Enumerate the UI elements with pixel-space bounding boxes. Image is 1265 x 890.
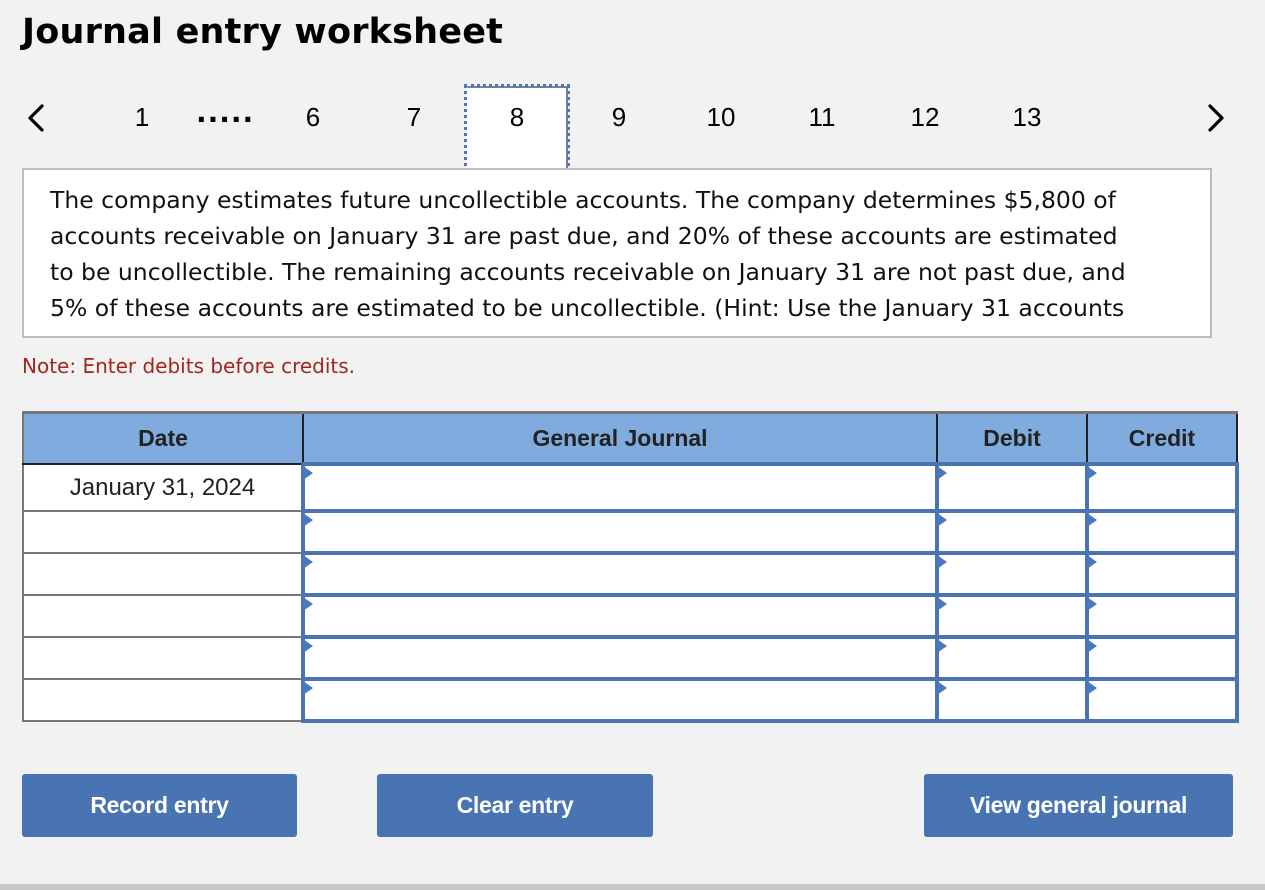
pagination-ellipsis: ..... <box>196 96 255 129</box>
header-credit: Credit <box>1086 411 1238 465</box>
prev-page-button[interactable] <box>22 100 52 136</box>
table-row <box>22 509 1239 555</box>
credit-cell <box>1085 462 1239 513</box>
credit-input[interactable] <box>1089 555 1235 593</box>
page-link-10[interactable]: 10 <box>707 102 736 133</box>
page-link-12[interactable]: 12 <box>911 102 940 133</box>
credit-cell <box>1085 635 1239 681</box>
date-cell <box>22 552 304 596</box>
debit-cell <box>935 551 1089 597</box>
page-link-1[interactable]: 1 <box>135 102 149 133</box>
date-cell <box>22 636 304 680</box>
header-general-journal: General Journal <box>302 411 938 465</box>
dropdown-marker-icon <box>1087 681 1097 695</box>
table-row <box>22 677 1239 723</box>
date-cell <box>22 510 304 554</box>
bottom-divider <box>0 884 1265 890</box>
account-input[interactable] <box>305 681 935 719</box>
account-cell <box>301 509 939 555</box>
table-row <box>22 593 1239 639</box>
debit-cell <box>935 509 1089 555</box>
credit-input[interactable] <box>1089 513 1235 551</box>
debit-cell <box>935 462 1089 513</box>
debit-input[interactable] <box>939 681 1085 719</box>
dropdown-marker-icon <box>937 597 947 611</box>
account-cell <box>301 635 939 681</box>
dropdown-marker-icon <box>1087 555 1097 569</box>
account-input[interactable] <box>305 555 935 593</box>
debit-input[interactable] <box>939 555 1085 593</box>
credit-cell <box>1085 677 1239 723</box>
debit-input[interactable] <box>939 597 1085 635</box>
account-cell <box>301 593 939 639</box>
dropdown-marker-icon <box>303 555 313 569</box>
dropdown-marker-icon <box>303 513 313 527</box>
credit-input[interactable] <box>1089 681 1235 719</box>
page-link-13[interactable]: 13 <box>1013 102 1042 133</box>
pagination: 1 ..... 6 7 8 9 10 11 12 13 <box>0 84 1265 174</box>
table-row: January 31, 2024 <box>22 462 1239 513</box>
account-input[interactable] <box>305 466 935 509</box>
page-title: Journal entry worksheet <box>22 12 504 52</box>
dropdown-marker-icon <box>1087 466 1097 480</box>
journal-table: Date General Journal Debit Credit Januar… <box>22 411 1239 723</box>
credit-input[interactable] <box>1089 639 1235 677</box>
debit-input[interactable] <box>939 466 1085 509</box>
dropdown-marker-icon <box>937 466 947 480</box>
date-cell: January 31, 2024 <box>22 463 304 512</box>
header-date: Date <box>22 411 304 465</box>
page-link-8-active[interactable]: 8 <box>464 84 570 174</box>
table-row <box>22 551 1239 597</box>
debit-cell <box>935 677 1089 723</box>
question-text: The company estimates future uncollectib… <box>50 186 1126 322</box>
next-page-button[interactable] <box>1200 100 1230 136</box>
table-row <box>22 635 1239 681</box>
question-text-box[interactable]: The company estimates future uncollectib… <box>22 168 1212 338</box>
date-cell <box>22 594 304 638</box>
debit-input[interactable] <box>939 513 1085 551</box>
view-general-journal-button[interactable]: View general journal <box>924 774 1233 837</box>
credit-cell <box>1085 593 1239 639</box>
account-cell <box>301 677 939 723</box>
debit-input[interactable] <box>939 639 1085 677</box>
instruction-note: Note: Enter debits before credits. <box>22 354 356 378</box>
page-link-6[interactable]: 6 <box>306 102 320 133</box>
dropdown-marker-icon <box>303 597 313 611</box>
page-link-9[interactable]: 9 <box>612 102 626 133</box>
dropdown-marker-icon <box>303 466 313 480</box>
chevron-left-icon <box>28 104 44 132</box>
dropdown-marker-icon <box>937 513 947 527</box>
dropdown-marker-icon <box>937 555 947 569</box>
dropdown-marker-icon <box>937 681 947 695</box>
account-input[interactable] <box>305 639 935 677</box>
active-page-label: 8 <box>509 102 525 132</box>
record-entry-button[interactable]: Record entry <box>22 774 297 837</box>
chevron-right-icon <box>1208 104 1224 132</box>
account-cell <box>301 462 939 513</box>
page-link-11[interactable]: 11 <box>809 102 836 133</box>
debit-cell <box>935 635 1089 681</box>
account-cell <box>301 551 939 597</box>
table-header-row: Date General Journal Debit Credit <box>22 411 1238 465</box>
credit-input[interactable] <box>1089 466 1235 509</box>
dropdown-marker-icon <box>303 639 313 653</box>
credit-input[interactable] <box>1089 597 1235 635</box>
dropdown-marker-icon <box>937 639 947 653</box>
header-debit: Debit <box>936 411 1088 465</box>
clear-entry-button[interactable]: Clear entry <box>377 774 653 837</box>
dropdown-marker-icon <box>1087 513 1097 527</box>
dropdown-marker-icon <box>303 681 313 695</box>
page-link-7[interactable]: 7 <box>407 102 421 133</box>
credit-cell <box>1085 551 1239 597</box>
date-cell <box>22 678 304 722</box>
dropdown-marker-icon <box>1087 597 1097 611</box>
dropdown-marker-icon <box>1087 639 1097 653</box>
credit-cell <box>1085 509 1239 555</box>
account-input[interactable] <box>305 513 935 551</box>
account-input[interactable] <box>305 597 935 635</box>
debit-cell <box>935 593 1089 639</box>
